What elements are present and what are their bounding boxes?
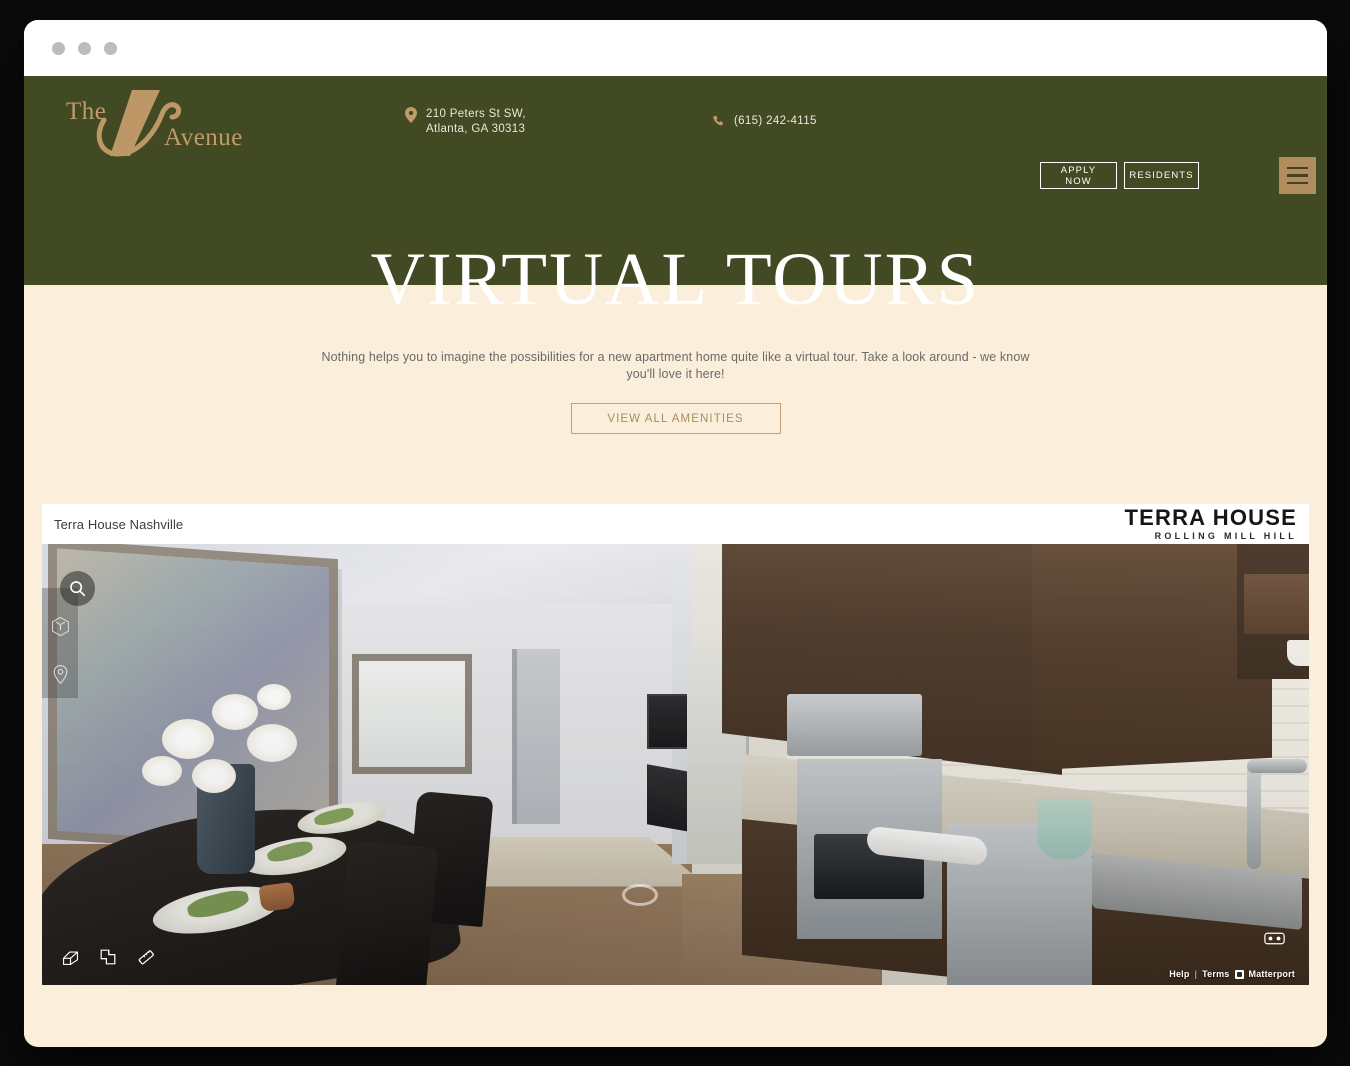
phone-number: (615) 242-4115: [734, 115, 817, 127]
browser-title-bar: [24, 20, 1327, 76]
apply-now-button[interactable]: APPLY NOW: [1040, 162, 1117, 189]
address-line-2: Atlanta, GA 30313: [426, 123, 526, 135]
matterport-credit-bar: Help | Terms Matterport: [1169, 969, 1295, 979]
intro-paragraph: Nothing helps you to imagine the possibi…: [321, 350, 1030, 381]
address-lines: 210 Peters St SW, Atlanta, GA 30313: [426, 107, 526, 137]
page-bottom-spacer: [24, 985, 1327, 1039]
location-pin-icon[interactable]: [52, 664, 69, 690]
viewer-title: Terra House Nashville: [54, 516, 184, 532]
window-dot-close[interactable]: [52, 41, 65, 55]
window-dot-minimize[interactable]: [78, 41, 91, 55]
matterport-logo-icon: [1234, 969, 1244, 979]
map-pin-icon: [405, 107, 417, 123]
credit-separator: |: [1194, 969, 1198, 979]
floorplan-icon[interactable]: [100, 949, 116, 970]
view-all-amenities-button[interactable]: VIEW ALL AMENITIES: [570, 403, 781, 434]
measurement-tape-icon[interactable]: [137, 948, 155, 971]
vr-goggles-icon[interactable]: [1264, 931, 1285, 951]
pano-shading-overlay: [42, 544, 1309, 985]
dollhouse-view-icon[interactable]: [62, 949, 79, 971]
hamburger-bar-2: [1287, 174, 1308, 177]
viewer-header-bar: Terra House Nashville TERRA HOUSE ROLLIN…: [42, 504, 1309, 544]
search-icon[interactable]: [60, 571, 95, 606]
window-dot-maximize[interactable]: [104, 41, 117, 55]
brand-tagline: ROLLING MILL HILL: [1154, 531, 1297, 541]
hamburger-bar-1: [1287, 166, 1308, 170]
phone-icon: [712, 115, 725, 128]
hamburger-menu-icon[interactable]: [1279, 157, 1316, 194]
virtual-tour-viewer[interactable]: Terra House Nashville TERRA HOUSE ROLLIN…: [42, 504, 1309, 985]
help-link[interactable]: Help: [1169, 969, 1189, 979]
pano-navigation-ring-1[interactable]: [622, 884, 658, 906]
header-address[interactable]: 210 Peters St SW, Atlanta, GA 30313: [405, 107, 526, 137]
page-title: VIRTUAL TOURS: [370, 238, 981, 322]
address-line-1: 210 Peters St SW,: [426, 108, 526, 120]
browser-window: The Avenue 210 Peters St SW, Atlanta, GA…: [24, 20, 1327, 1047]
header-top-bar: The Avenue 210 Peters St SW, Atlanta, GA…: [24, 76, 1327, 194]
screenshot-root: The Avenue 210 Peters St SW, Atlanta, GA…: [0, 0, 1350, 1066]
residents-button[interactable]: RESIDENTS: [1124, 162, 1199, 189]
terms-link[interactable]: Terms: [1202, 969, 1229, 979]
hamburger-bar-3: [1287, 181, 1308, 185]
header-phone[interactable]: (615) 242-4115: [712, 114, 817, 129]
brand-name: TERRA HOUSE: [1124, 505, 1297, 530]
site-header: The Avenue 210 Peters St SW, Atlanta, GA…: [24, 76, 1327, 317]
terra-house-logo[interactable]: TERRA HOUSE ROLLING MILL HILL: [1124, 507, 1301, 541]
panorama-canvas[interactable]: Help | Terms Matterport: [42, 544, 1309, 985]
site-logo[interactable]: The Avenue: [44, 84, 314, 157]
dollhouse-cube-icon[interactable]: [51, 616, 70, 642]
logo-text-avenue: Avenue: [164, 124, 243, 151]
matterport-link[interactable]: Matterport: [1249, 969, 1296, 979]
viewer-bottom-tools: [62, 948, 155, 971]
